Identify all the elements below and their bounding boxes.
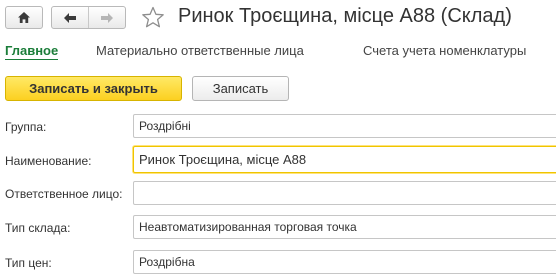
name-value: Ринок Троєщина, місце А88 [139,152,307,167]
name-label: Наименование: [5,154,92,168]
star-outline-icon [142,6,164,28]
warehouse-type-label: Тип склада: [5,221,71,235]
group-field[interactable]: Роздрібні [133,114,556,138]
price-type-label: Тип цен: [5,256,52,270]
tab-main[interactable]: Главное [5,43,59,60]
responsible-label: Ответственное лицо: [5,187,123,201]
history-navigation [51,6,126,29]
responsible-field[interactable] [133,181,556,205]
tab-responsible-persons[interactable]: Материально ответственные лица [96,43,304,58]
forward-button[interactable] [88,7,125,28]
favorite-button[interactable] [141,6,165,34]
home-icon [18,12,30,23]
group-label: Группа: [5,120,47,134]
price-type-field[interactable]: Роздрібна [133,250,556,274]
save-button[interactable]: Записать [192,76,289,101]
price-type-value: Роздрібна [139,255,195,269]
home-button[interactable] [5,6,43,29]
back-button[interactable] [52,7,88,28]
arrow-left-icon [64,12,76,23]
group-value: Роздрібні [139,119,191,133]
tab-accounting-accounts[interactable]: Счета учета номенклатуры [363,43,526,58]
arrow-right-icon [101,12,113,23]
page-title: Ринок Троєщина, місце А88 (Склад) [178,5,512,27]
warehouse-type-value: Неавтоматизированная торговая точка [139,220,357,234]
name-field[interactable]: Ринок Троєщина, місце А88 [133,146,556,173]
warehouse-type-field[interactable]: Неавтоматизированная торговая точка [133,215,556,239]
save-and-close-button[interactable]: Записать и закрыть [5,76,182,101]
